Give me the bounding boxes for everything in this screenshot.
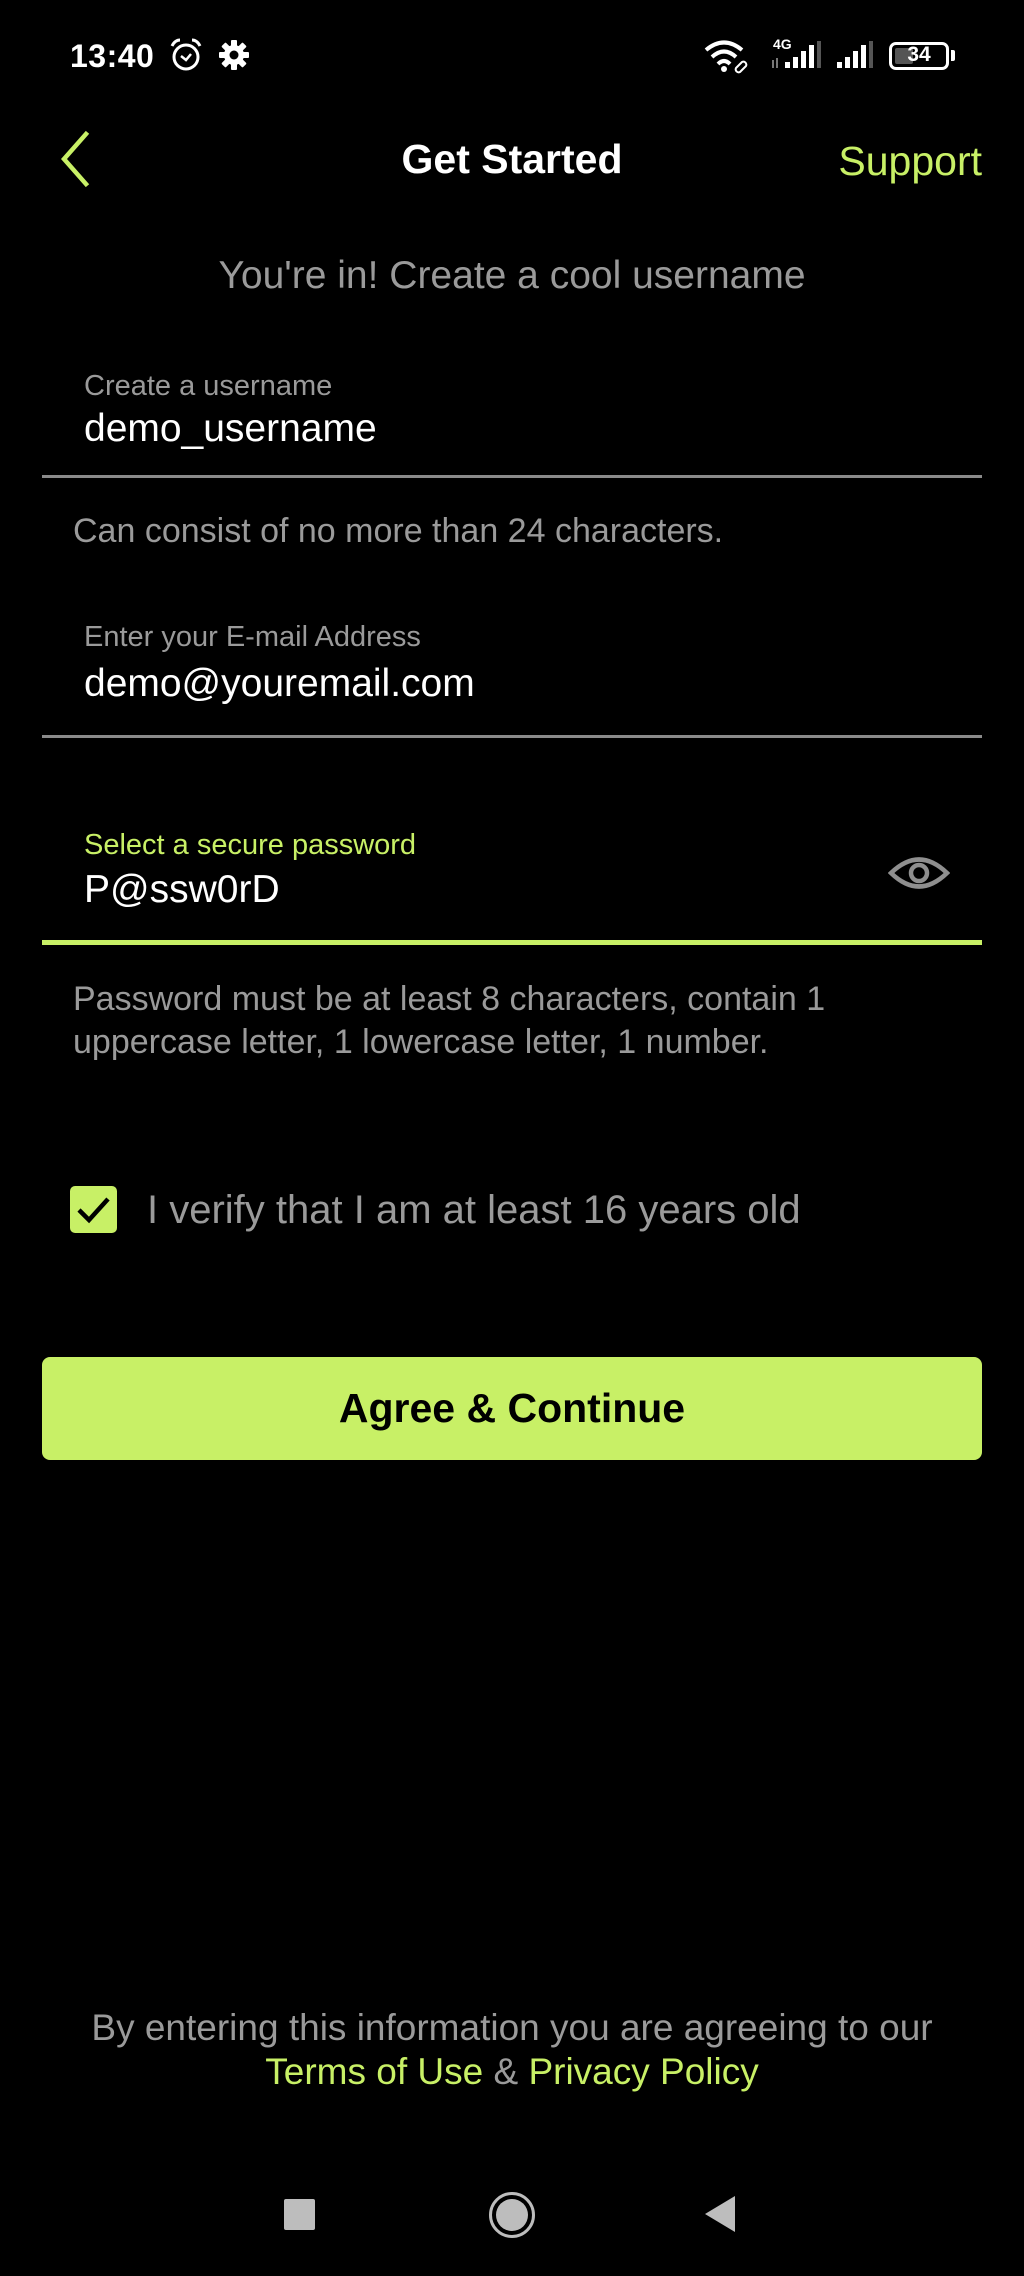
signal-icon — [837, 41, 873, 68]
legal-text: By entering this information you are agr… — [91, 2007, 933, 2048]
back-triangle-icon[interactable] — [705, 2196, 735, 2232]
status-time: 13:40 — [70, 38, 155, 74]
page-subtitle: You're in! Create a cool username — [218, 254, 806, 297]
signal-4g-icon — [772, 41, 821, 68]
privacy-policy-link[interactable]: Privacy Policy — [528, 2051, 758, 2092]
email-label: Enter your E-mail Address — [84, 621, 421, 653]
username-input[interactable] — [84, 404, 864, 454]
username-label: Create a username — [84, 370, 333, 402]
battery-icon: 34 — [889, 42, 949, 70]
age-verify-label[interactable]: I verify that I am at least 16 years old — [147, 1188, 801, 1233]
toggle-password-visibility-button[interactable] — [887, 852, 951, 894]
username-underline — [42, 475, 982, 478]
alarm-icon — [170, 38, 202, 71]
email-underline — [42, 735, 982, 738]
settings-gear-icon — [219, 40, 249, 70]
battery-tip — [951, 50, 955, 61]
password-input[interactable] — [84, 865, 864, 915]
eye-icon — [887, 857, 951, 889]
email-input[interactable] — [84, 659, 864, 709]
username-helper-text: Can consist of no more than 24 character… — [73, 512, 724, 550]
support-link[interactable]: Support — [838, 138, 982, 185]
password-underline — [42, 940, 982, 945]
battery-level: 34 — [907, 43, 931, 66]
password-field[interactable]: Select a secure password — [42, 829, 982, 949]
legal-footer: By entering this information you are agr… — [0, 2006, 1024, 2094]
checkmark-icon — [77, 1197, 110, 1224]
recents-square-icon[interactable] — [284, 2199, 315, 2230]
agree-continue-button[interactable]: Agree & Continue — [42, 1357, 982, 1460]
password-label: Select a secure password — [84, 829, 417, 861]
password-helper-text: Password must be at least 8 characters, … — [73, 980, 826, 1061]
legal-separator: & — [493, 2051, 519, 2092]
age-verify-checkbox[interactable] — [70, 1186, 117, 1233]
email-field[interactable]: Enter your E-mail Address — [42, 621, 982, 741]
username-field[interactable]: Create a username — [42, 370, 982, 480]
home-circle-icon[interactable] — [489, 2192, 535, 2238]
terms-of-use-link[interactable]: Terms of Use — [265, 2051, 483, 2092]
wifi-icon — [704, 40, 748, 74]
